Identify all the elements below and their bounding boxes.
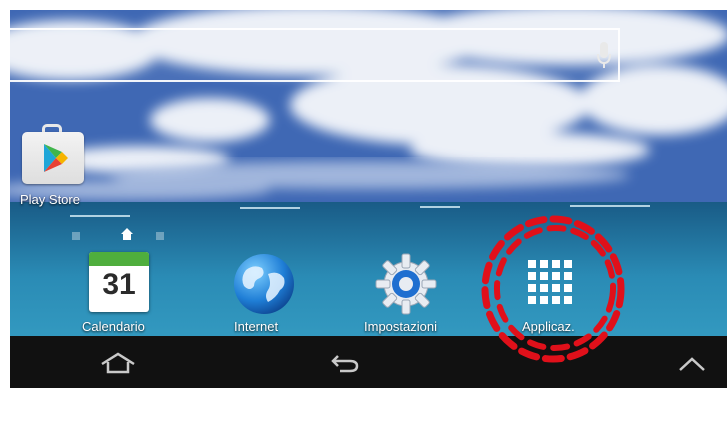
dock-label: Calendario	[82, 319, 145, 334]
globe-icon	[234, 254, 294, 314]
red-annotation-circle	[481, 215, 625, 363]
page-dot	[72, 232, 80, 240]
dock-item-impostazioni[interactable]: Impostazioni	[362, 248, 452, 344]
page-dot	[156, 232, 164, 240]
back-icon[interactable]	[330, 352, 360, 374]
shortcut-label: Play Store	[20, 192, 80, 207]
microphone-icon[interactable]	[596, 40, 612, 70]
page-indicator	[72, 228, 182, 242]
dock-label: Internet	[234, 319, 279, 334]
calendar-icon: 31	[89, 252, 149, 312]
gear-icon	[375, 253, 437, 315]
home-icon[interactable]	[100, 352, 136, 374]
dock-item-internet[interactable]: Internet	[218, 248, 308, 344]
dock-item-calendario[interactable]: 31 Calendario	[74, 248, 164, 344]
search-bar[interactable]	[10, 28, 620, 82]
calendar-date: 31	[102, 268, 136, 301]
play-store-icon	[22, 132, 84, 184]
shortcut-play-store[interactable]: Play Store	[20, 122, 86, 212]
dock-label: Impostazioni	[364, 319, 437, 334]
home-page-icon	[121, 228, 133, 240]
chevron-up-icon[interactable]	[678, 356, 706, 372]
bottom-margin	[0, 388, 727, 426]
